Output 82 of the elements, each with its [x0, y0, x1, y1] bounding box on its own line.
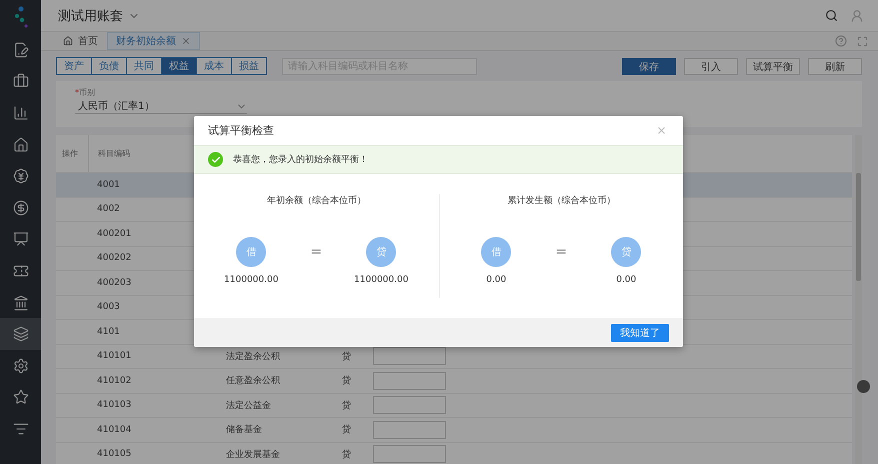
dollar-coin-icon — [12, 200, 28, 216]
debit-badge: 借 — [236, 237, 266, 267]
table-cell-text: 贷 — [342, 350, 352, 363]
toolbar-button[interactable]: 刷新 — [808, 58, 862, 74]
panel-title: 年初余额（综合本位币） — [266, 194, 366, 207]
bank-icon — [12, 294, 28, 311]
table-cell-text: 贷 — [342, 424, 352, 436]
table-cell-text: 410103 — [97, 400, 132, 410]
credit-amount: 1100000.00 — [354, 275, 408, 285]
house-icon — [12, 136, 28, 153]
table-row[interactable]: 410101 法定盈余公积 贷 — [56, 344, 852, 369]
equals-sign: = — [310, 244, 322, 260]
amount-field[interactable] — [373, 347, 446, 366]
credit-amount: 0.00 — [616, 275, 636, 285]
table-cell-text: 4001 — [97, 180, 121, 190]
sidebar-nav-item[interactable] — [0, 318, 41, 350]
category-tab[interactable]: 负债 — [91, 58, 126, 74]
account-set-title[interactable]: 测试用账套 — [58, 6, 123, 24]
table-cell-text: 贷 — [342, 374, 352, 388]
table-cell-text: 贷 — [342, 448, 352, 461]
page-tab[interactable]: 首页 — [54, 32, 107, 50]
panel-title: 累计发生额（综合本位币） — [507, 194, 616, 207]
floating-avatar[interactable] — [857, 380, 870, 393]
toolbar-button[interactable]: 引入 — [684, 58, 738, 74]
table-cell-text: 4101 — [97, 326, 121, 337]
table-cell-text: 4002 — [97, 204, 121, 214]
table-row[interactable]: 410102 任意盈余公积 贷 — [56, 369, 852, 394]
star-icon — [12, 389, 28, 406]
table-cell-text: 410105 — [97, 449, 132, 460]
scrollbar-thumb[interactable] — [856, 173, 861, 281]
table-row[interactable]: 410103 法定公益金 贷 — [56, 394, 852, 418]
table-cell-text: 410101 — [97, 351, 132, 362]
logo-icon — [14, 6, 28, 28]
currency-select[interactable]: 人民币（汇率1） — [75, 99, 247, 114]
table-row[interactable]: 410104 储备基金 贷 — [56, 418, 852, 442]
success-check-icon — [208, 152, 223, 167]
table-cell-text: 400201 — [97, 228, 132, 239]
category-tab[interactable]: 损益 — [231, 58, 266, 74]
amount-field[interactable] — [373, 420, 446, 439]
toolbar-button[interactable]: 试算平衡 — [746, 58, 800, 74]
debit-amount: 0.00 — [486, 275, 506, 285]
table-cell-text: 法定盈余公积 — [226, 350, 281, 363]
credit-badge: 贷 — [366, 237, 396, 267]
success-message: 恭喜您，您录入的初始余额平衡！ — [233, 154, 368, 166]
search-icon[interactable] — [825, 9, 838, 22]
currency-label: *币别 — [75, 87, 96, 98]
table-cell-text: 法定公益金 — [226, 400, 272, 412]
table-cell-text: 400203 — [97, 278, 132, 288]
column-header: 操作 — [61, 148, 79, 159]
category-tab[interactable]: 共同 — [126, 58, 161, 74]
yen-badge-icon — [12, 168, 28, 184]
table-row[interactable]: 410105 企业发展基金 贷 — [56, 442, 852, 464]
settings-icon — [12, 358, 28, 374]
edit-document-icon — [12, 42, 28, 58]
home-icon — [63, 36, 73, 46]
table-cell-text: 贷 — [342, 400, 352, 412]
credit-badge: 贷 — [611, 237, 642, 267]
close-tab-icon[interactable] — [181, 36, 191, 46]
layers-icon — [12, 326, 28, 342]
amount-field[interactable] — [373, 372, 446, 390]
table-cell-text: 4003 — [97, 302, 121, 312]
table-cell-text: 企业发展基金 — [226, 448, 281, 461]
debit-amount: 1100000.00 — [224, 275, 278, 285]
table-cell-text: 400202 — [97, 253, 132, 264]
table-cell-text: 410102 — [97, 376, 132, 386]
bar-chart-icon — [12, 104, 28, 121]
table-cell-text: 410104 — [97, 424, 132, 435]
category-tab[interactable]: 成本 — [196, 58, 231, 74]
category-tab[interactable]: 资产 — [57, 58, 91, 74]
briefcase-icon — [12, 73, 28, 90]
dialog-title: 试算平衡检查 — [208, 123, 274, 138]
amount-field[interactable] — [373, 445, 446, 464]
presentation-icon — [12, 231, 28, 248]
equals-sign: = — [555, 244, 568, 260]
category-tab[interactable]: 权益 — [161, 58, 196, 74]
table-cell-text: 储备基金 — [226, 424, 263, 436]
debit-badge: 借 — [481, 237, 512, 267]
toolbar-button[interactable]: 保存 — [622, 58, 676, 74]
amount-field[interactable] — [373, 396, 446, 414]
got-it-button[interactable]: 我知道了 — [611, 324, 669, 342]
page-tab[interactable]: 财务初始余额 — [107, 32, 200, 50]
table-cell-text: 任意盈余公积 — [226, 374, 281, 388]
